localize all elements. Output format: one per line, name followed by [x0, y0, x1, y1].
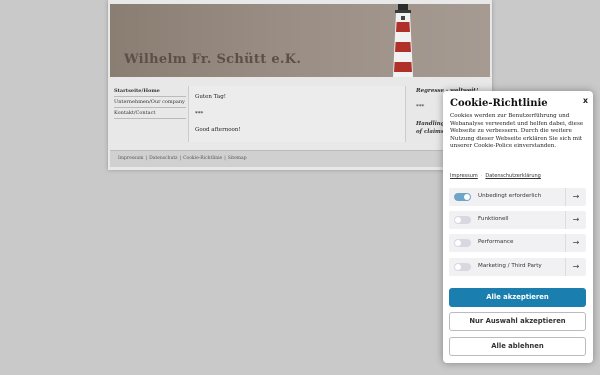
site-container: Wilhelm Fr. Schütt e.K. Startseite/Home …	[108, 0, 492, 170]
nav-item-company[interactable]: Unternehmen/Our company	[114, 97, 186, 108]
greeting-en: Good afternoon!	[195, 127, 241, 133]
footer-link-cookie[interactable]: Cookie-Richtlinie	[183, 156, 222, 161]
arrow-right-icon[interactable]: →	[565, 211, 586, 229]
category-label: Funktionell	[478, 216, 509, 222]
category-marketing: Marketing / Third Party →	[449, 258, 586, 276]
lighthouse-image	[393, 4, 413, 77]
footer-link-sitemap[interactable]: Sitemap	[228, 156, 247, 161]
category-functional: Funktionell →	[449, 211, 586, 229]
category-performance: Performance →	[449, 234, 586, 252]
footer-link-datenschutz[interactable]: Datenschutz	[149, 156, 177, 161]
toggle-necessary[interactable]	[454, 193, 471, 201]
arrow-right-icon[interactable]: →	[565, 234, 586, 252]
cookie-link-privacy[interactable]: Datenschutzerklärung	[485, 173, 540, 179]
close-icon[interactable]: x	[583, 96, 588, 105]
nav-item-home[interactable]: Startseite/Home	[114, 86, 186, 97]
toggle-performance[interactable]	[454, 239, 471, 247]
cookie-links: Impressum · Datenschutzerklärung	[450, 173, 541, 179]
side-separator: ***	[416, 104, 425, 110]
separator: ***	[195, 111, 204, 117]
nav-item-contact[interactable]: Kontakt/Contact	[114, 108, 186, 119]
accept-all-button[interactable]: Alle akzeptieren	[449, 288, 586, 307]
toggle-marketing[interactable]	[454, 263, 471, 271]
category-label: Unbedingt erforderlich	[478, 193, 542, 199]
reject-all-button[interactable]: Alle ablehnen	[449, 337, 586, 356]
category-necessary: Unbedingt erforderlich →	[449, 188, 586, 206]
greeting-de: Guten Tag!	[195, 94, 226, 100]
category-label: Performance	[478, 239, 514, 245]
footer-links: Impressum | Datenschutz | Cookie-Richtlinie |…	[118, 156, 247, 161]
category-label: Marketing / Third Party	[478, 263, 542, 269]
header-banner: Wilhelm Fr. Schütt e.K.	[110, 4, 490, 77]
cookie-dialog: Cookie-Richtlinie x Cookies werden zur B…	[443, 91, 593, 363]
site-title: Wilhelm Fr. Schütt e.K.	[124, 52, 302, 67]
arrow-right-icon[interactable]: →	[565, 188, 586, 206]
main-content: Guten Tag! *** Good afternoon!	[188, 86, 406, 142]
accept-selection-button[interactable]: Nur Auswahl akzeptieren	[449, 312, 586, 331]
cookie-text: Cookies werden zur Benutzerführung und W…	[450, 113, 584, 150]
sidebar-nav: Startseite/Home Unternehmen/Our company …	[114, 86, 186, 119]
footer-link-impressum[interactable]: Impressum	[118, 156, 144, 161]
site-footer: Impressum | Datenschutz | Cookie-Richtlinie |…	[110, 150, 490, 167]
toggle-functional[interactable]	[454, 216, 471, 224]
side-line-2: Handling	[416, 121, 445, 127]
arrow-right-icon[interactable]: →	[565, 258, 586, 276]
content-area: Startseite/Home Unternehmen/Our company …	[110, 80, 490, 146]
cookie-title: Cookie-Richtlinie	[450, 98, 548, 109]
cookie-link-impressum[interactable]: Impressum	[450, 173, 478, 179]
